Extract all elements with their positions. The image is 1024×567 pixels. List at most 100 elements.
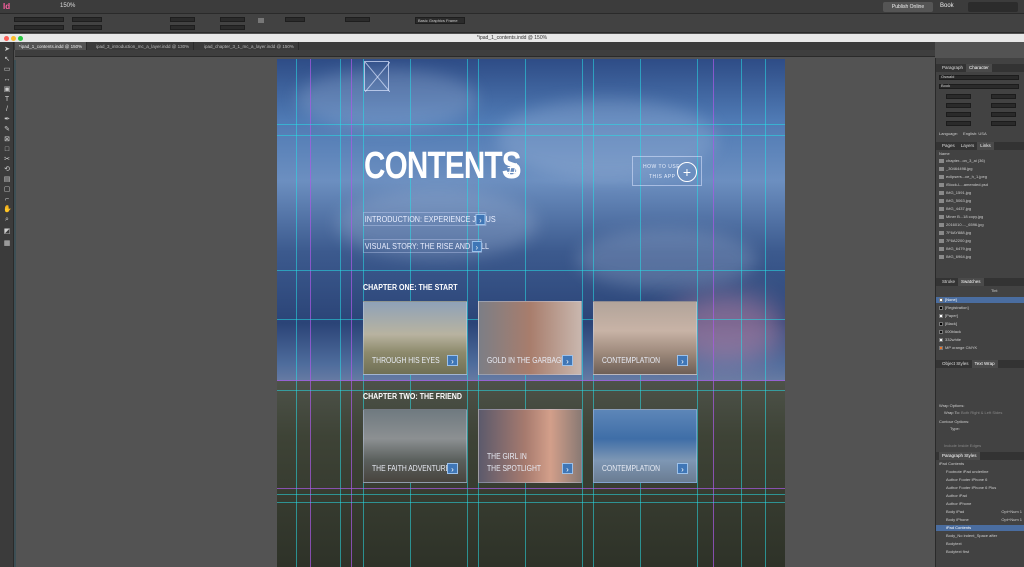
tab-stroke[interactable]: Stroke — [939, 278, 958, 286]
search-field[interactable] — [968, 2, 1018, 12]
link-item[interactable]: IMG_4437.jpg — [939, 206, 971, 212]
links-name-header[interactable]: Name — [939, 151, 950, 157]
page-title[interactable]: CONTENTS — [364, 145, 522, 188]
fill-stroke-icon[interactable]: ◩ — [3, 228, 11, 235]
chapter-card-the-girl-in-the-spotlight[interactable]: THE GIRL IN THE SPOTLIGHT › — [478, 409, 582, 483]
tab-links[interactable]: Links — [977, 142, 994, 150]
screen-mode-icon[interactable]: ▦ — [3, 240, 11, 247]
fill-swatch-icon[interactable] — [258, 18, 264, 23]
link-item[interactable]: 7F6A2200.jpg — [939, 238, 971, 244]
opacity-field[interactable] — [345, 17, 370, 22]
selection-tool-icon[interactable]: ➤ — [3, 46, 11, 53]
publish-online-button[interactable]: Publish Online — [883, 2, 933, 12]
link-item[interactable]: IMG_6479.jpg — [939, 246, 971, 252]
zoom-window-button[interactable] — [18, 36, 23, 41]
paragraph-style-item[interactable]: Body iPhone Opt+Num 1 — [946, 517, 1022, 523]
height-field[interactable] — [72, 25, 102, 30]
link-item[interactable]: 7F6AY888.jpg — [939, 230, 971, 236]
pen-tool-icon[interactable]: ✒ — [3, 116, 11, 123]
chapter-card-gold-in-the-garbage[interactable]: GOLD IN THE GARBAGE › — [478, 301, 582, 375]
intro-link-visual-story[interactable]: VISUAL STORY: THE RISE AND FALL › — [363, 239, 489, 253]
link-item[interactable]: eclipsers...ce_h_1.jpeg — [939, 174, 987, 180]
scissors-tool-icon[interactable]: ✂ — [3, 156, 11, 163]
tracking-field[interactable] — [991, 103, 1016, 108]
eyedropper-tool-icon[interactable]: ⌐ — [3, 196, 11, 203]
tab-character[interactable]: Character — [966, 64, 992, 72]
note-tool-icon[interactable]: ▢ — [3, 186, 11, 193]
minimize-window-button[interactable] — [11, 36, 16, 41]
chapter-card-the-faith-adventure[interactable]: THE FAITH ADVENTURE › — [363, 409, 467, 483]
page-tool-icon[interactable]: ▭ — [3, 66, 11, 73]
swatch-item[interactable]: MP orange CMYK — [939, 345, 977, 351]
stroke-weight-field[interactable] — [285, 17, 305, 22]
tab-pages[interactable]: Pages — [939, 142, 958, 150]
content-collector-icon[interactable]: ▣ — [3, 86, 11, 93]
swatch-item[interactable]: [Paper] — [939, 313, 958, 319]
paragraph-style-item[interactable]: Bodytext — [946, 541, 962, 547]
tab-text-wrap[interactable]: Text Wrap — [971, 360, 998, 368]
include-inside-edges-checkbox[interactable]: Include Inside Edges — [944, 443, 981, 449]
paragraph-style-item[interactable]: Body iPad Opt+Num 1 — [946, 509, 1022, 515]
link-item[interactable]: IMG_1591.jpg — [939, 190, 971, 196]
paragraph-style-item[interactable]: Author Footer iPhone 6 — [946, 477, 987, 483]
paragraph-style-item[interactable]: Author iPad — [946, 493, 967, 499]
wrap-to-row[interactable]: Wrap To: Both Right & Left Sides — [944, 410, 1002, 416]
link-item[interactable]: IMG_6964.jpg — [939, 254, 971, 260]
paragraph-style-item[interactable]: Footnote iPad underline — [946, 469, 988, 475]
empty-graphic-frame[interactable] — [364, 61, 390, 92]
line-tool-icon[interactable]: / — [3, 106, 11, 113]
rotation-field[interactable] — [220, 17, 245, 22]
link-item[interactable]: iStock-L...amended.psd — [939, 182, 988, 188]
swatch-item[interactable]: [Registration] — [939, 305, 969, 311]
zoom-tool-icon[interactable]: ⌕ — [3, 216, 11, 223]
zoom-level[interactable]: 150% — [60, 3, 75, 9]
pencil-tool-icon[interactable]: ✎ — [3, 126, 11, 133]
tab-paragraph-styles[interactable]: Paragraph Styles — [939, 452, 980, 460]
skew-field[interactable] — [991, 121, 1016, 126]
font-style-field[interactable] — [939, 84, 1019, 89]
workspace-switcher[interactable]: Book — [940, 3, 954, 9]
paragraph-style-item[interactable]: Author iPhone — [946, 501, 971, 507]
chapter-card-contemplation-2[interactable]: CONTEMPLATION › — [593, 409, 697, 483]
scale-x-field[interactable] — [170, 17, 195, 22]
gap-tool-icon[interactable]: ↔ — [3, 76, 11, 83]
swatch-item[interactable]: 332white — [939, 337, 961, 343]
how-to-use-button[interactable]: HOW TO USE THIS APP + — [632, 156, 702, 186]
link-item[interactable]: IMG_5063.jpg — [939, 198, 971, 204]
intro-link-introduction[interactable]: INTRODUCTION: EXPERIENCE JESUS › — [363, 212, 496, 226]
link-item[interactable]: _30464498.jpg — [939, 166, 972, 172]
paragraph-style-item-selected[interactable]: iPad Contents — [936, 525, 1024, 531]
width-field[interactable] — [72, 17, 102, 22]
x-position-field[interactable] — [14, 17, 64, 22]
chapter-two-heading[interactable]: CHAPTER TWO: THE FRIEND — [363, 392, 462, 401]
close-window-button[interactable] — [4, 36, 9, 41]
font-size-field[interactable] — [946, 94, 971, 99]
gradient-tool-icon[interactable]: ▤ — [3, 176, 11, 183]
language-value[interactable]: English: USA — [963, 131, 987, 136]
scale-y-field[interactable] — [170, 25, 195, 30]
link-item[interactable]: chapter...on_3_ai (36) — [939, 158, 985, 164]
free-transform-tool-icon[interactable]: ⟲ — [3, 166, 11, 173]
paragraph-style-item[interactable]: Author Footer iPhone 6 Plus — [946, 485, 996, 491]
type-tool-icon[interactable]: T — [3, 96, 11, 103]
leading-field[interactable] — [991, 94, 1016, 99]
rectangle-tool-icon[interactable]: □ — [3, 146, 11, 153]
kerning-field[interactable] — [946, 103, 971, 108]
chapter-one-heading[interactable]: CHAPTER ONE: THE START — [363, 283, 458, 292]
horizontal-scale-field[interactable] — [991, 112, 1016, 117]
shear-field[interactable] — [220, 25, 245, 30]
baseline-shift-field[interactable] — [946, 121, 971, 126]
rectangle-frame-tool-icon[interactable]: ⊠ — [3, 136, 11, 143]
paragraph-style-item[interactable]: Body_No indent_Space after — [946, 533, 997, 539]
link-item[interactable]: 2016010...._6596.jpg — [939, 222, 984, 228]
swatch-item[interactable]: [Black] — [939, 321, 957, 327]
chapter-card-contemplation[interactable]: CONTEMPLATION › — [593, 301, 697, 375]
tab-swatches[interactable]: Swatches — [958, 278, 984, 286]
swatch-item[interactable]: [None] — [936, 297, 1024, 303]
y-position-field[interactable] — [14, 25, 64, 30]
direct-selection-tool-icon[interactable]: ↖ — [3, 56, 11, 63]
paragraph-style-item[interactable]: Bodytext first — [946, 549, 969, 555]
vertical-scale-field[interactable] — [946, 112, 971, 117]
tab-paragraph[interactable]: Paragraph — [939, 64, 966, 72]
chapter-card-through-his-eyes[interactable]: THROUGH HIS EYES › — [363, 301, 467, 375]
